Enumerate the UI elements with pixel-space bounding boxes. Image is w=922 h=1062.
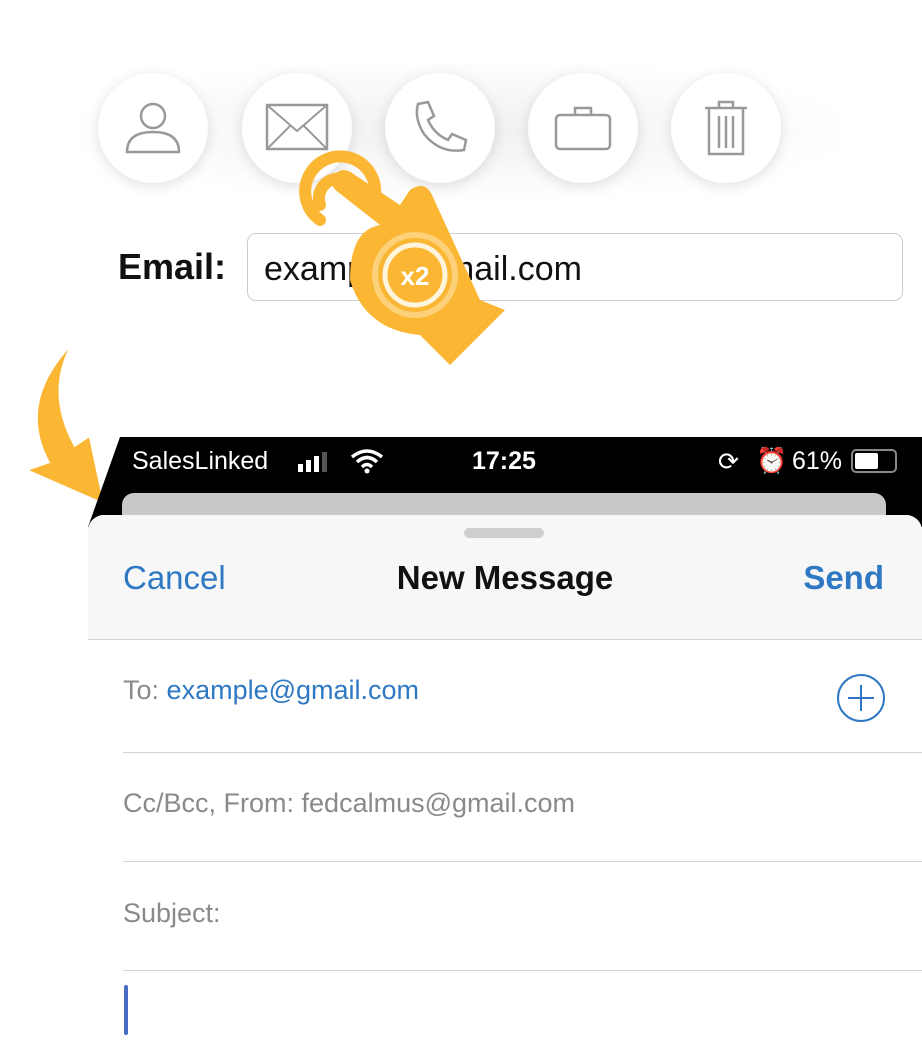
battery-icon: [851, 449, 897, 473]
carrier-name: SalesLinked: [132, 447, 269, 475]
email-label: Email:: [118, 246, 227, 287]
add-recipient-icon[interactable]: [835, 672, 887, 724]
grab-handle[interactable]: [464, 528, 544, 538]
to-label: To:: [123, 675, 160, 705]
divider: [123, 861, 922, 862]
compose-sheet: Cancel New Message Send To: example@gmai…: [88, 515, 922, 1062]
send-button[interactable]: Send: [803, 559, 884, 597]
cc-from-field[interactable]: Cc/Bcc, From: fedcalmus@gmail.com: [123, 788, 922, 819]
compose-title: New Message: [396, 559, 614, 596]
subject-label: Subject:: [123, 898, 221, 928]
divider: [123, 752, 922, 753]
trash-icon: [705, 100, 747, 156]
person-icon: [125, 102, 181, 154]
delete-button[interactable]: [671, 73, 781, 183]
clock: 17:25: [472, 447, 536, 475]
wifi-icon: [350, 449, 384, 474]
alarm-icon: ⏰: [756, 447, 788, 475]
tap-count-badge: x2: [401, 261, 430, 291]
rotation-lock-icon: ⟳: [718, 448, 739, 476]
from-address: fedcalmus@gmail.com: [301, 788, 576, 818]
double-tap-hand-icon: x2: [299, 150, 505, 365]
battery-percent: 61%: [792, 447, 843, 475]
deal-button[interactable]: [528, 73, 638, 183]
cc-label: Cc/Bcc, From:: [123, 788, 295, 818]
signal-icon: [298, 452, 327, 472]
subject-field[interactable]: Subject:: [123, 898, 922, 929]
message-body[interactable]: [123, 975, 922, 1062]
to-recipient[interactable]: example@gmail.com: [167, 675, 420, 705]
to-field[interactable]: To: example@gmail.com: [123, 675, 922, 706]
compose-header: Cancel New Message Send: [88, 515, 922, 640]
contact-button[interactable]: [98, 73, 208, 183]
divider: [123, 970, 922, 971]
briefcase-icon: [554, 106, 612, 151]
